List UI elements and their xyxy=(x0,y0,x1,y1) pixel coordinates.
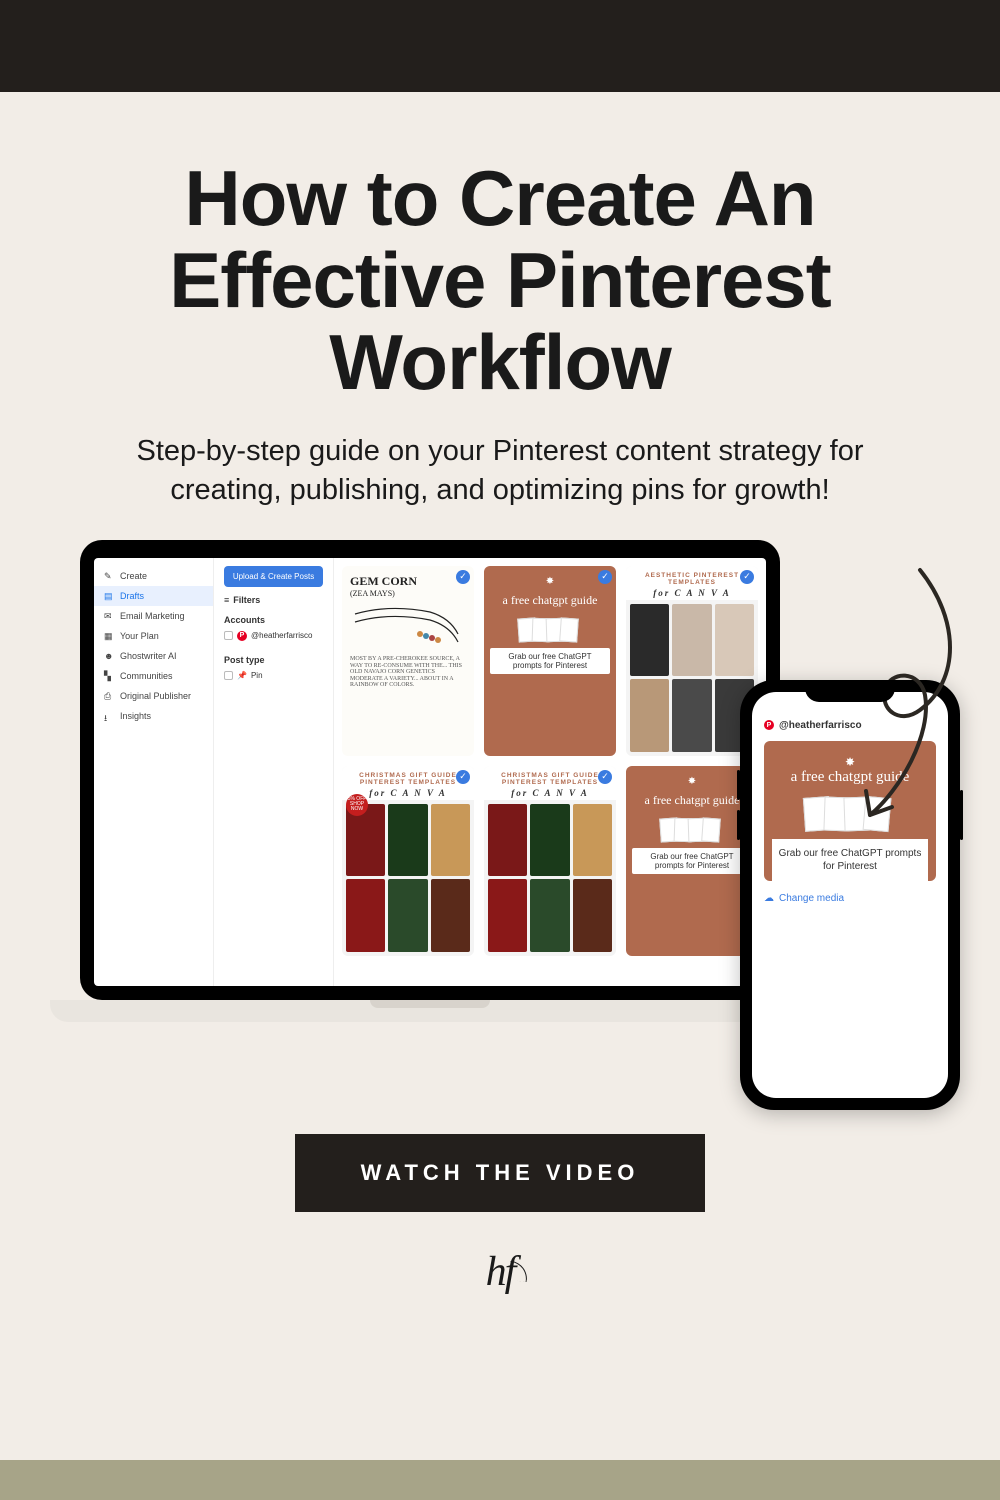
sidebar-label: Your Plan xyxy=(120,631,159,641)
check-icon: ✓ xyxy=(456,770,470,784)
sidebar-item-drafts[interactable]: ▤ Drafts xyxy=(94,586,213,606)
cta-container: WATCH THE VIDEO xyxy=(60,1134,940,1212)
sidebar-item-email[interactable]: ✉ Email Marketing xyxy=(94,606,213,626)
pin-icon: 📌 xyxy=(237,671,247,680)
phone-card-sub: Grab our free ChatGPT prompts for Pinter… xyxy=(772,839,928,881)
corn-sketch-icon xyxy=(350,604,460,654)
card-title: a free chatgpt guide xyxy=(503,593,598,608)
laptop-bezel: ✎ Create ▤ Drafts ✉ Email Marketing ▦ xyxy=(80,540,780,1000)
account-filter-row[interactable]: P @heatherfarrisco xyxy=(224,631,323,641)
change-media-link[interactable]: ☁ Change media xyxy=(764,893,936,904)
filters-panel: Upload & Create Posts ≡Filters Accounts … xyxy=(214,558,334,986)
account-handle: @heatherfarrisco xyxy=(779,720,862,731)
posttype-filter-row[interactable]: 📌 Pin xyxy=(224,671,323,680)
card-sub: Grab our free ChatGPT prompts for Pinter… xyxy=(490,648,610,674)
phone-pin-card[interactable]: ✸ a free chatgpt guide Grab our free Cha… xyxy=(764,741,936,882)
thumbnail-grid xyxy=(484,800,616,956)
sidebar-item-insights[interactable]: ⭳ Insights xyxy=(94,706,213,726)
phone-mockup: P @heatherfarrisco ✸ a free chatgpt guid… xyxy=(740,680,960,1110)
pencil-icon: ✎ xyxy=(104,571,114,581)
accounts-heading: Accounts xyxy=(224,615,323,625)
card-strip: CHRISTMAS GIFT GUIDE PINTEREST TEMPLATES… xyxy=(484,766,616,800)
card-body: MOST BY A PRE-CHEROKEE SOURCE, A WAY TO … xyxy=(350,656,466,689)
chart-icon: ⭳ xyxy=(104,711,114,721)
page-subtitle: Step-by-step guide on your Pinterest con… xyxy=(90,432,910,510)
sidebar-item-publisher[interactable]: ⎙ Original Publisher xyxy=(94,686,213,706)
main-content: How to Create An Effective Pinterest Wor… xyxy=(0,92,1000,1296)
card-title: GEM CORN xyxy=(350,574,466,589)
sidebar-label: Original Publisher xyxy=(120,691,191,701)
check-icon: ✓ xyxy=(456,570,470,584)
draft-card[interactable]: ✓ AESTHETIC PINTEREST TEMPLATES for C A … xyxy=(626,566,758,756)
sidebar-label: Create xyxy=(120,571,147,581)
card-sub: Grab our free ChatGPT prompts for Pinter… xyxy=(632,848,752,874)
filter-icon: ≡ xyxy=(224,595,229,605)
bottom-bar xyxy=(0,1460,1000,1500)
check-icon: ✓ xyxy=(740,570,754,584)
device-mockups: ✎ Create ▤ Drafts ✉ Email Marketing ▦ xyxy=(80,540,920,1100)
app-sidebar: ✎ Create ▤ Drafts ✉ Email Marketing ▦ xyxy=(94,558,214,986)
thumbnail-grid xyxy=(626,600,758,756)
calendar-icon: ▦ xyxy=(104,631,114,641)
publisher-icon: ⎙ xyxy=(104,691,114,701)
ghost-icon: ☻ xyxy=(104,651,114,661)
draft-card[interactable]: ✓ GEM CORN (ZEA MAYS) MOST BY A PRE-CHER… xyxy=(342,566,474,756)
sidebar-item-plan[interactable]: ▦ Your Plan xyxy=(94,626,213,646)
sidebar-label: Drafts xyxy=(120,591,144,601)
draft-card[interactable]: ✓ CHRISTMAS GIFT GUIDE PINTEREST TEMPLAT… xyxy=(484,766,616,956)
posttype-heading: Post type xyxy=(224,655,323,665)
sidebar-label: Communities xyxy=(120,671,173,681)
posttype-value: Pin xyxy=(251,671,263,680)
papers-graphic xyxy=(772,797,928,831)
pinterest-icon: P xyxy=(237,631,247,641)
sidebar-item-ghostwriter[interactable]: ☻ Ghostwriter AI xyxy=(94,646,213,666)
checkbox-icon[interactable] xyxy=(224,631,233,640)
drafts-grid: ✓ GEM CORN (ZEA MAYS) MOST BY A PRE-CHER… xyxy=(334,558,766,986)
phone-volume-button xyxy=(737,810,740,840)
page-title: How to Create An Effective Pinterest Wor… xyxy=(60,158,940,404)
sidebar-item-communities[interactable]: ▚ Communities xyxy=(94,666,213,686)
laptop-screen: ✎ Create ▤ Drafts ✉ Email Marketing ▦ xyxy=(94,558,766,986)
papers-graphic xyxy=(664,818,720,842)
people-icon: ▚ xyxy=(104,671,114,681)
laptop-notch xyxy=(370,1000,490,1008)
draft-card[interactable]: ✓ ✸ a free chatgpt guide Grab our free C… xyxy=(484,566,616,756)
checkbox-icon[interactable] xyxy=(224,671,233,680)
papers-graphic xyxy=(522,618,578,642)
thumbnail-grid xyxy=(342,800,474,956)
sidebar-item-create[interactable]: ✎ Create xyxy=(94,566,213,586)
top-bar xyxy=(0,0,1000,92)
sale-badge: 5% OFF SHOP NOW xyxy=(346,794,368,816)
upload-create-button[interactable]: Upload & Create Posts xyxy=(224,566,323,587)
sidebar-label: Insights xyxy=(120,711,151,721)
cloud-icon: ☁ xyxy=(764,893,774,904)
card-title: a free chatgpt guide xyxy=(645,793,740,808)
drafts-icon: ▤ xyxy=(104,591,114,601)
card-subtitle: (ZEA MAYS) xyxy=(350,589,466,598)
draft-card[interactable]: ✓ CHRISTMAS GIFT GUIDE PINTEREST TEMPLAT… xyxy=(342,766,474,956)
phone-screen: P @heatherfarrisco ✸ a free chatgpt guid… xyxy=(752,692,948,1098)
brand-logo: hf xyxy=(486,1248,515,1296)
account-handle: @heatherfarrisco xyxy=(251,631,312,640)
filters-heading: ≡Filters xyxy=(224,595,323,605)
sidebar-label: Ghostwriter AI xyxy=(120,651,177,661)
phone-volume-button xyxy=(737,770,740,800)
watch-video-button[interactable]: WATCH THE VIDEO xyxy=(295,1134,706,1212)
mail-icon: ✉ xyxy=(104,611,114,621)
laptop-mockup: ✎ Create ▤ Drafts ✉ Email Marketing ▦ xyxy=(80,540,780,1022)
check-icon: ✓ xyxy=(598,770,612,784)
phone-power-button xyxy=(960,790,963,840)
sidebar-label: Email Marketing xyxy=(120,611,185,621)
logo-container: hf xyxy=(60,1248,940,1296)
pinterest-icon: P xyxy=(764,720,774,730)
card-strip: AESTHETIC PINTEREST TEMPLATES for C A N … xyxy=(626,566,758,600)
check-icon: ✓ xyxy=(598,570,612,584)
phone-account-row[interactable]: P @heatherfarrisco xyxy=(764,720,936,731)
laptop-base xyxy=(50,1000,810,1022)
phone-card-title: a free chatgpt guide xyxy=(772,769,928,786)
